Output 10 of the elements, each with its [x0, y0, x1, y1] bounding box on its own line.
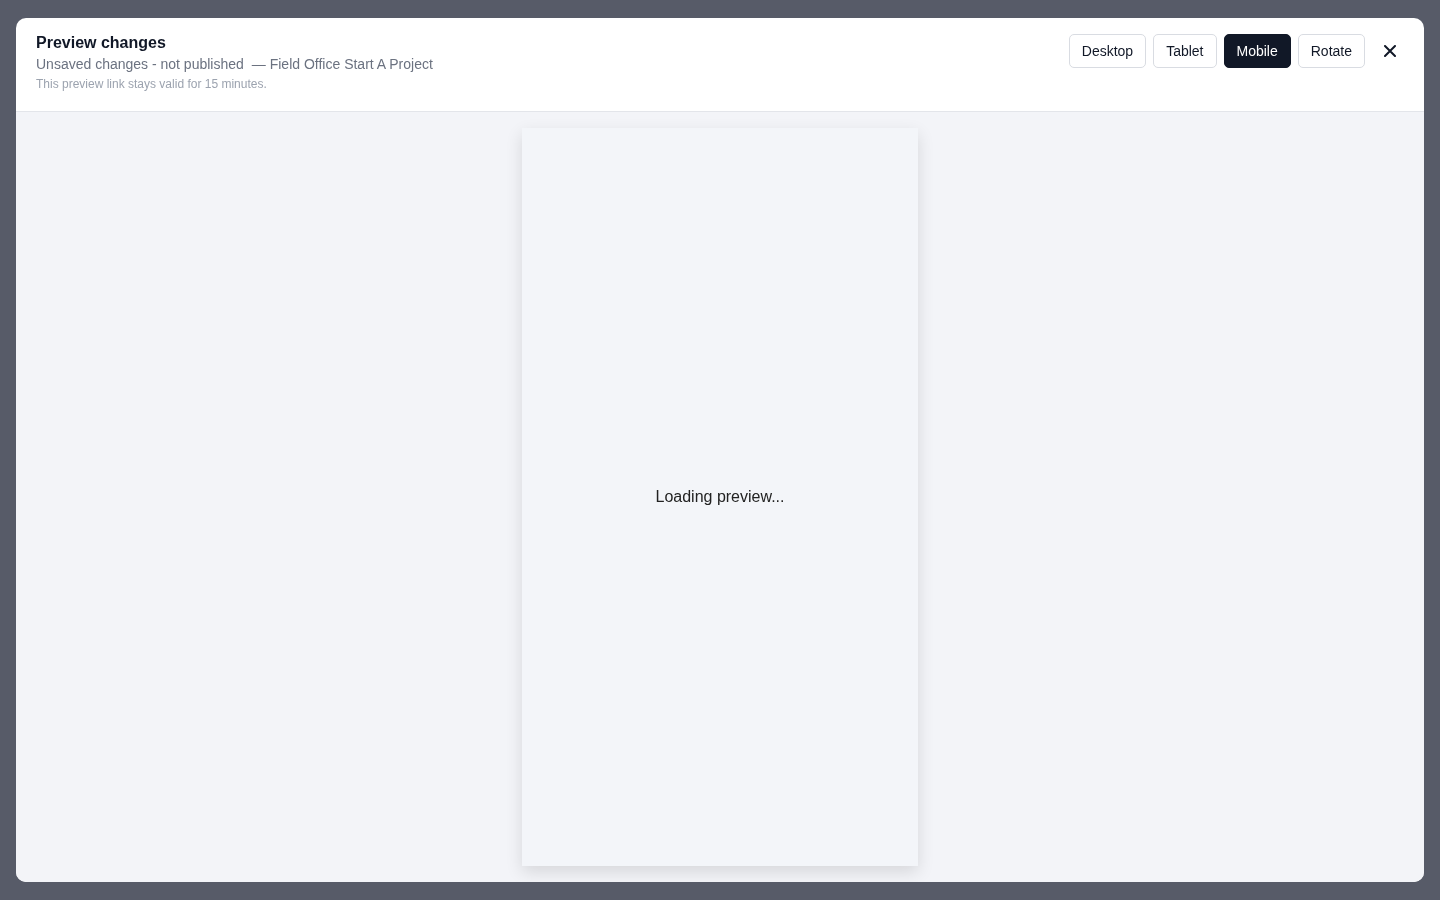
project-name: — Field Office Start A Project [251, 56, 433, 72]
publish-status: Unsaved changes - not published [36, 56, 244, 72]
view-button[interactable]: Rotate [1297, 34, 1365, 68]
dialog-title: Preview changes [36, 34, 167, 52]
view-button[interactable]: Mobile [1223, 34, 1291, 68]
view-button[interactable]: Desktop [1068, 34, 1147, 68]
link-validity-note: This preview link stays valid for 15 minutes. [36, 77, 268, 91]
loading-message: Loading preview... [655, 488, 785, 506]
close-icon [1384, 45, 1396, 57]
view-button[interactable]: Tablet [1153, 34, 1217, 68]
